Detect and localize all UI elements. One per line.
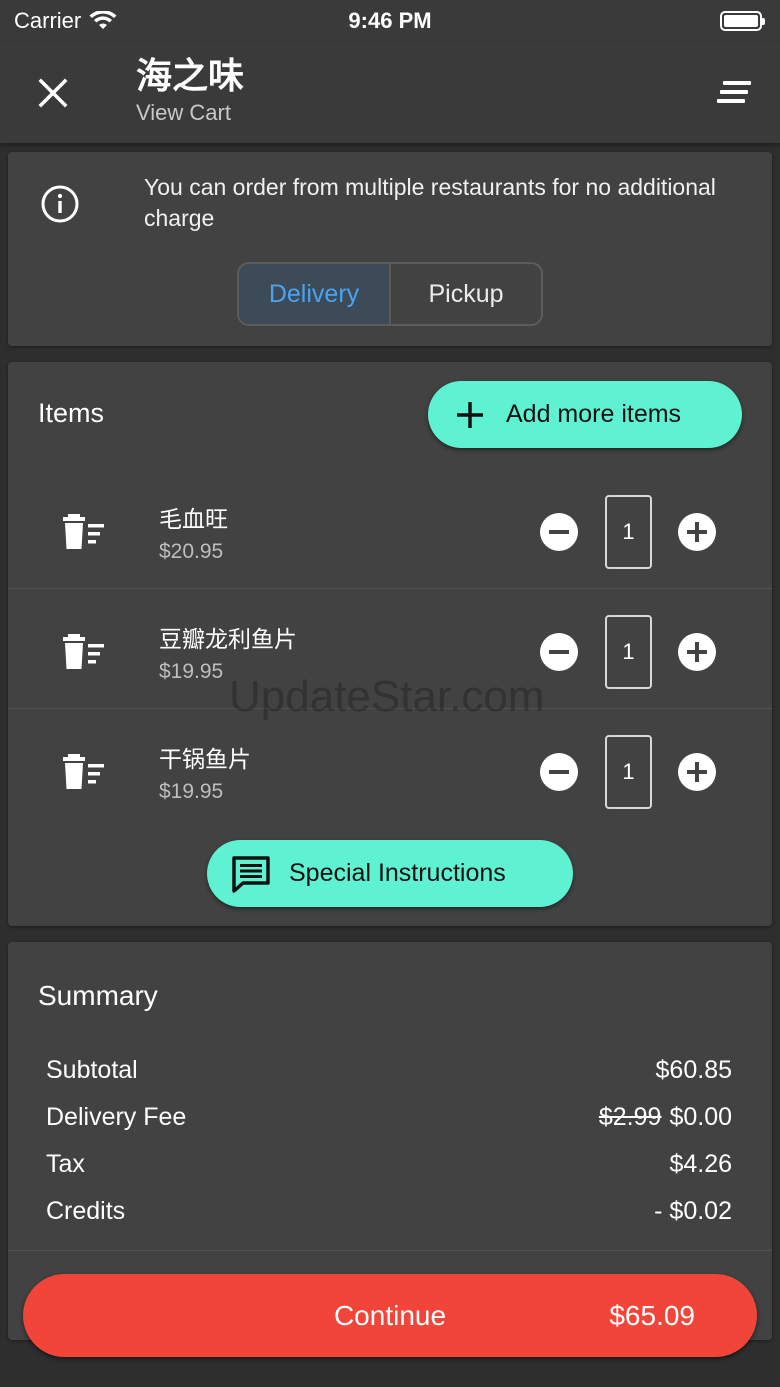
increase-quantity-icon[interactable] [678,753,716,791]
battery-icon [720,11,765,31]
delivery-fee-original: $2.99 [598,1103,662,1131]
subtotal-row: Subtotal $60.85 [46,1056,732,1085]
item-name: 毛血旺 [159,506,228,532]
status-bar: Carrier 9:46 PM [0,0,780,42]
credits-label: Credits [46,1197,126,1225]
plus-icon [457,401,483,428]
item-price: $20.95 [159,540,224,563]
pickup-option[interactable]: Pickup [391,264,541,324]
delivery-fee-value: $0.00 [669,1103,732,1131]
add-more-items-button[interactable]: Add more items [428,381,742,448]
summary-heading: Summary [38,980,158,1011]
remove-item-icon[interactable] [62,754,106,790]
special-instructions-button[interactable]: Special Instructions [207,840,573,907]
order-type-toggle: Delivery Pickup [237,262,543,326]
remove-item-icon[interactable] [62,634,106,670]
continue-button[interactable]: Continue $65.09 [23,1274,757,1357]
delivery-option[interactable]: Delivery [239,264,391,324]
close-button[interactable] [30,70,76,116]
items-card: Items Add more items 毛血旺 $20.95 1 豆瓣龙利鱼片… [8,362,772,926]
title-block: 海之味 View Cart [136,54,244,126]
remove-item-icon[interactable] [62,514,106,550]
close-icon [38,78,68,108]
tax-label: Tax [46,1150,85,1178]
special-instructions-label: Special Instructions [289,859,506,887]
delivery-fee-values: $2.99 $0.00 [599,1103,732,1132]
item-price: $19.95 [159,660,224,683]
increase-quantity-icon[interactable] [678,513,716,551]
tax-row: Tax $4.26 [46,1150,732,1179]
delivery-fee-row: Delivery Fee $2.99 $0.00 [46,1103,732,1132]
decrease-quantity-icon[interactable] [540,633,578,671]
increase-quantity-icon[interactable] [678,633,716,671]
credits-value: - $0.02 [654,1197,732,1225]
quantity-field[interactable]: 1 [605,615,652,689]
item-price: $19.95 [159,780,224,803]
info-message: You can order from multiple restaurants … [144,174,716,231]
restaurant-title: 海之味 [136,55,245,96]
item-name: 豆瓣龙利鱼片 [159,626,297,652]
tax-value: $4.26 [669,1150,732,1178]
subtotal-label: Subtotal [46,1056,138,1084]
add-more-items-label: Add more items [506,400,682,428]
info-icon [41,185,79,223]
info-card: You can order from multiple restaurants … [8,152,772,346]
cart-item: 干锅鱼片 $19.95 1 [8,708,772,828]
quantity-field[interactable]: 1 [605,735,652,809]
order-total: $65.09 [609,1299,695,1331]
quantity-field[interactable]: 1 [605,495,652,569]
credits-row: Credits - $0.02 [46,1197,732,1226]
subtotal-value: $60.85 [655,1056,732,1084]
carrier-label: Carrier [14,8,82,33]
cart-item: 毛血旺 $20.95 1 [8,468,772,588]
sort-icon [717,81,751,103]
decrease-quantity-icon[interactable] [540,753,578,791]
wifi-icon [89,11,117,29]
comment-icon [232,855,270,893]
status-left: Carrier [14,8,117,34]
items-heading: Items [38,398,105,428]
summary-divider [8,1250,772,1251]
row-divider [8,588,772,589]
delivery-fee-label: Delivery Fee [46,1103,187,1131]
item-name: 干锅鱼片 [159,746,251,772]
decrease-quantity-icon[interactable] [540,513,578,551]
sort-button[interactable] [714,72,754,112]
cart-item: 豆瓣龙利鱼片 $19.95 1 [8,588,772,708]
page-subtitle: View Cart [136,100,231,125]
row-divider [8,708,772,709]
app-bar: 海之味 View Cart [0,42,780,143]
